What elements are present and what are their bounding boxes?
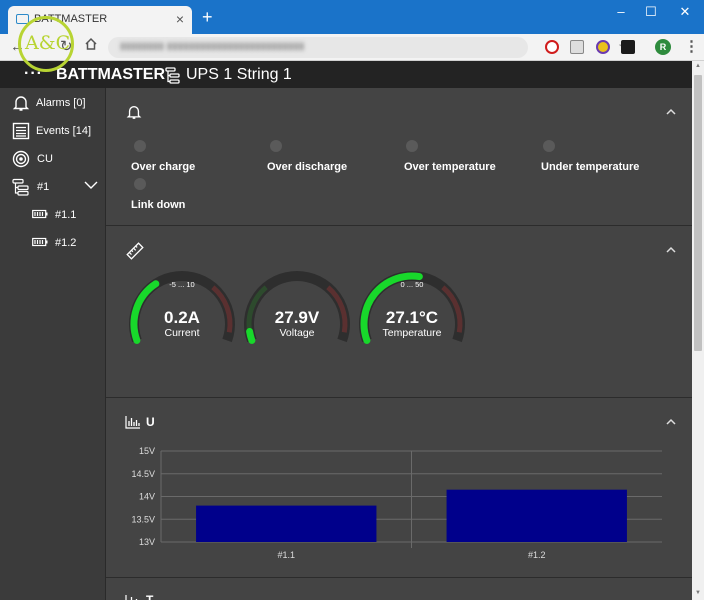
- flash-extension-icon[interactable]: [621, 40, 635, 54]
- bell-icon: [12, 94, 30, 115]
- bell-icon: [126, 104, 142, 125]
- y-tick-label: 14V: [139, 492, 155, 502]
- alarm-label: Over charge: [131, 161, 196, 173]
- alarm-led-over-temperature: [406, 140, 418, 152]
- logo-watermark: A&C: [18, 16, 74, 72]
- minimize-button[interactable]: –: [608, 4, 634, 19]
- browser-tabstrip: BATTMASTER × + – ☐ ✕: [0, 0, 704, 34]
- x-tick-label: #1.1: [277, 550, 295, 560]
- gauge-value-temperature: 27.1°C: [385, 308, 439, 327]
- sidebar-item-battery-1-1[interactable]: #1.1: [0, 202, 106, 228]
- location-title: UPS 1 String 1: [186, 66, 292, 83]
- tree-icon: [12, 178, 30, 199]
- battery-icon: [32, 237, 48, 250]
- app-header: ··· BATTMASTER UPS 1 String 1: [0, 61, 704, 88]
- y-tick-label: 13.5V: [131, 514, 155, 524]
- alarm-label: Link down: [131, 199, 186, 211]
- gauge-range: -5 ... 10: [169, 280, 195, 289]
- page-scrollbar[interactable]: ▲ ▼: [692, 61, 704, 600]
- sidebar: Alarms [0] Events [14] CU #1 #1.1 #1.2: [0, 88, 106, 600]
- gauge-value-current: 0.2A: [164, 308, 200, 327]
- alarm-led-link-down: [134, 178, 146, 190]
- sidebar-item-alarms[interactable]: Alarms [0]: [0, 90, 106, 116]
- opera-extension-icon[interactable]: [545, 40, 559, 54]
- sidebar-item-label: #1: [37, 181, 50, 193]
- sidebar-item-events[interactable]: Events [14]: [0, 118, 106, 144]
- temperature-chart-panel: T: [106, 578, 692, 600]
- sidebar-item-label: #1.1: [55, 209, 77, 221]
- alarm-led-over-discharge: [270, 140, 282, 152]
- sidebar-item-label: CU: [37, 153, 53, 165]
- scroll-thumb[interactable]: [694, 75, 702, 351]
- tree-icon: [165, 66, 181, 89]
- target-icon: [12, 150, 30, 171]
- moon-extension-icon[interactable]: [596, 40, 610, 54]
- sidebar-item-string-1[interactable]: #1: [0, 174, 106, 200]
- scroll-down-icon[interactable]: ▼: [695, 590, 701, 596]
- gauges-panel: -5 ... 10 0.2A Current 27.9V Voltage 0 .…: [106, 226, 692, 398]
- maximize-button[interactable]: ☐: [638, 4, 664, 20]
- new-tab-button[interactable]: +: [202, 8, 213, 26]
- gauge-label: Voltage: [279, 327, 315, 339]
- browser-menu-icon[interactable]: ⋮: [684, 37, 699, 55]
- sidebar-item-label: #1.2: [55, 237, 77, 249]
- alarm-led-under-temperature: [543, 140, 555, 152]
- gauge-value-voltage: 27.9V: [274, 308, 320, 327]
- logo-text: A&C: [25, 32, 71, 54]
- sidebar-item-battery-1-2[interactable]: #1.2: [0, 230, 106, 256]
- chevron-down-icon[interactable]: [84, 180, 98, 193]
- chart-title: T: [146, 593, 154, 600]
- document-extension-icon[interactable]: [570, 40, 584, 54]
- gauge-label: Current: [164, 327, 200, 339]
- alarm-led-over-charge: [134, 140, 146, 152]
- bar-#1.2: [446, 489, 627, 542]
- collapse-alarms-icon[interactable]: [666, 102, 676, 120]
- profile-avatar[interactable]: R: [655, 39, 671, 55]
- bar-chart-icon: [125, 594, 141, 600]
- sidebar-item-label: Alarms [0]: [36, 97, 86, 109]
- alarm-label: Under temperature: [541, 161, 640, 173]
- tab-close-icon[interactable]: ×: [176, 11, 184, 27]
- y-tick-label: 15V: [139, 446, 155, 456]
- battery-icon: [32, 209, 48, 222]
- browser-toolbar: ← ↻ ▮▮▮▮▮▮▮▮ ▮▮▮▮▮▮▮▮▮▮▮▮▮▮▮▮▮▮▮▮▮▮▮▮▮ ☆…: [0, 34, 704, 61]
- alarm-label: Over discharge: [267, 161, 348, 173]
- alarm-label: Over temperature: [404, 161, 496, 173]
- voltage-chart-panel: U 13V 13.5V 14V 14.5V 15V #1.1 #1.2: [106, 398, 692, 578]
- bar-#1.1: [196, 505, 377, 542]
- window-close-button[interactable]: ✕: [672, 4, 698, 20]
- gauge-range: 0 ... 50: [400, 280, 424, 289]
- sidebar-item-label: Events [14]: [36, 125, 92, 137]
- address-text: ▮▮▮▮▮▮▮▮ ▮▮▮▮▮▮▮▮▮▮▮▮▮▮▮▮▮▮▮▮▮▮▮▮▮: [120, 41, 305, 52]
- gauge-label: Temperature: [382, 327, 442, 339]
- list-icon: [12, 122, 30, 143]
- brand-title: BATTMASTER: [56, 66, 166, 83]
- y-tick-label: 14.5V: [131, 469, 155, 479]
- address-bar[interactable]: ▮▮▮▮▮▮▮▮ ▮▮▮▮▮▮▮▮▮▮▮▮▮▮▮▮▮▮▮▮▮▮▮▮▮ ☆: [108, 37, 631, 58]
- sidebar-item-cu[interactable]: CU: [0, 146, 106, 172]
- home-icon[interactable]: [84, 37, 98, 57]
- voltage-bar-chart: 13V 13.5V 14V 14.5V 15V #1.1 #1.2: [131, 446, 662, 560]
- x-tick-label: #1.2: [528, 550, 546, 560]
- alarms-panel: Over charge Over discharge Over temperat…: [106, 88, 692, 226]
- scroll-up-icon[interactable]: ▲: [695, 63, 701, 69]
- main-content: Over charge Over discharge Over temperat…: [106, 88, 692, 600]
- y-tick-label: 13V: [139, 537, 155, 547]
